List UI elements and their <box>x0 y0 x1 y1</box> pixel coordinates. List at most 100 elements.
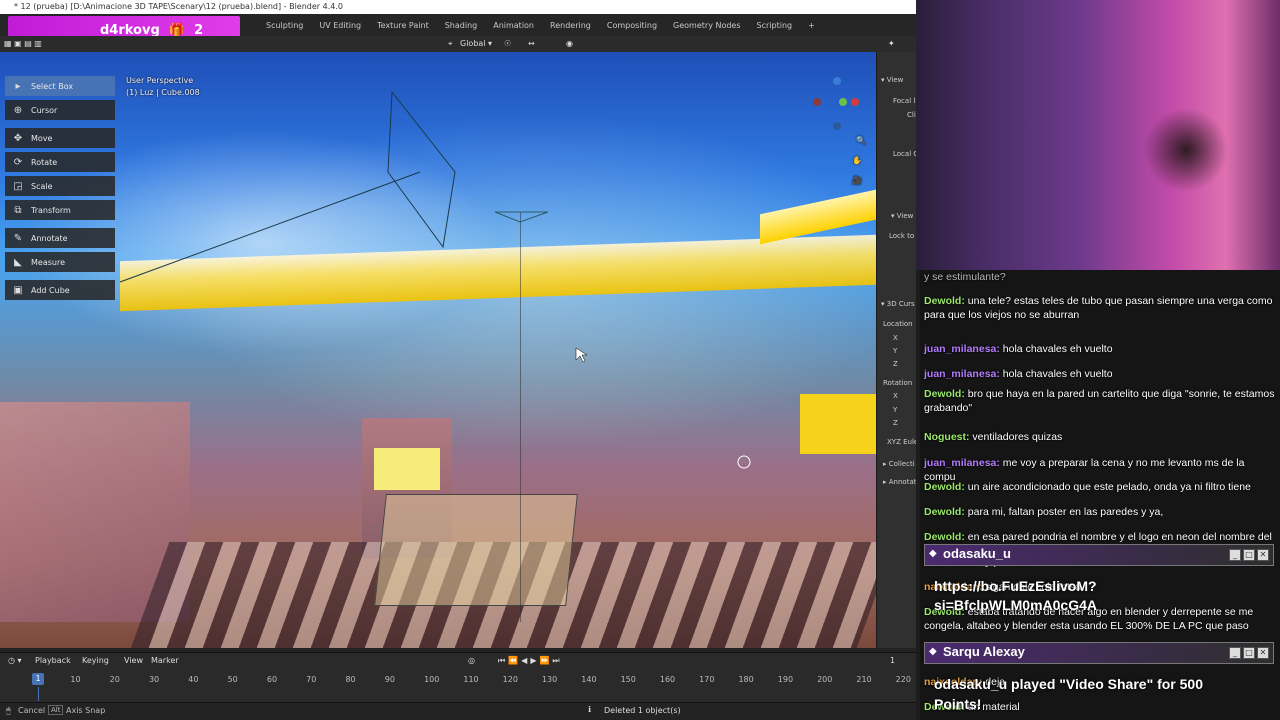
mouse-icon: 🖱 <box>6 706 11 715</box>
timeline-menu-view[interactable]: View <box>124 656 143 665</box>
alert-line-3: odasaku_u played "Video Share" for 500 <box>934 676 1204 692</box>
location-x[interactable]: X <box>893 334 898 342</box>
gizmo-neg-x-axis <box>813 98 821 106</box>
sidebar-view-label: View <box>886 76 904 84</box>
frame-tick-label: 80 <box>345 675 356 684</box>
tool-measure[interactable]: ◣ Measure <box>5 252 115 272</box>
frame-tick-label: 120 <box>502 675 518 684</box>
tool-move[interactable]: ✥ Move <box>5 128 115 148</box>
workspace-tab[interactable]: + <box>800 14 823 38</box>
close-icon[interactable]: ✕ <box>1257 549 1269 561</box>
tool-label: Scale <box>31 181 53 191</box>
rotation-z[interactable]: Z <box>893 419 898 427</box>
minimize-icon[interactable]: _ <box>1229 549 1241 561</box>
alert-popup-2: ◆ Sarqu Alexay _ □ ✕ <box>924 642 1274 664</box>
playback-controls[interactable]: ⏮⏪◀▶⏩⏭ <box>498 656 563 666</box>
collections-header[interactable]: ▸ Collecti <box>883 460 915 468</box>
tool-label: Move <box>31 133 53 143</box>
maximize-icon[interactable]: □ <box>1243 647 1255 659</box>
zoom-icon[interactable]: 🔍 <box>856 136 866 145</box>
sidebar-view-header[interactable]: ▾ View <box>881 76 903 84</box>
blender-window: * 12 (prueba) [D:\Animacione 3D TAPE\Sce… <box>0 0 916 720</box>
tool-label: Annotate <box>31 233 68 243</box>
chat-partial-line: y se estimulante? <box>924 271 1006 283</box>
proportional-edit-icon[interactable]: ◉ <box>566 37 573 51</box>
annotations-header[interactable]: ▸ Annotat <box>883 478 916 486</box>
chat-username[interactable]: Dewold: <box>924 481 965 493</box>
frame-tick-label: 50 <box>227 675 238 684</box>
rotation-mode[interactable]: XYZ Eule <box>887 438 916 446</box>
sidebar-view2-label: View <box>896 212 914 220</box>
sidebar-n-panel: ▾ View Focal l Cli Local C ▾ View Lock t… <box>876 52 916 648</box>
tool-cursor[interactable]: ⊕ Cursor <box>5 100 115 120</box>
timeline-menu-marker[interactable]: Marker <box>151 656 179 665</box>
gizmo-toggle-icon[interactable]: ✦ <box>888 37 895 51</box>
playhead[interactable]: 1 <box>32 673 44 685</box>
workspace-tab[interactable]: Animation <box>485 14 542 38</box>
camera-icon[interactable]: 🎥 <box>852 176 862 185</box>
chat-username[interactable]: Dewold: <box>924 506 965 518</box>
workspace-tab[interactable]: UV Editing <box>311 14 369 38</box>
pan-hand-icon[interactable]: ✋ <box>852 156 862 165</box>
gizmo-z-axis <box>833 77 841 85</box>
popup-window-buttons[interactable]: _ □ ✕ <box>1229 549 1269 561</box>
chat-username[interactable]: Dewold: <box>924 388 965 400</box>
snap-icon[interactable]: ↔ <box>528 37 535 51</box>
3d-cursor-header[interactable]: ▾ 3D Curs <box>881 300 915 308</box>
timeline-editor-icon[interactable]: ◷ ▾ <box>8 656 22 665</box>
workspace-tab[interactable]: Compositing <box>599 14 665 38</box>
chat-username[interactable]: Noguest: <box>924 431 970 443</box>
popup-window-buttons[interactable]: _ □ ✕ <box>1229 647 1269 659</box>
playhead-line <box>38 687 39 701</box>
chevron-down-icon: ▾ <box>891 212 895 220</box>
rotation-y[interactable]: Y <box>893 406 897 414</box>
timeline-menu-keying[interactable]: Keying <box>82 656 109 665</box>
clip-label: Cli <box>907 111 916 119</box>
tool-label: Transform <box>31 205 71 215</box>
timeline-menu-playback[interactable]: Playback <box>35 656 71 665</box>
active-object: (1) Luz | Cube.008 <box>126 88 200 97</box>
minimize-icon[interactable]: _ <box>1229 647 1241 659</box>
workspace-tab[interactable]: Scripting <box>749 14 801 38</box>
workspace-tabs: Sculpting UV Editing Texture Paint Shading A… <box>258 14 823 38</box>
location-z[interactable]: Z <box>893 360 898 368</box>
editor-type-icons[interactable]: ▦ ▣ ▤ ▥ <box>4 37 42 51</box>
tool-transform[interactable]: ⧉ Transform <box>5 200 115 220</box>
chat-username[interactable]: juan_milanesa: <box>924 343 1000 355</box>
workspace-tab[interactable]: Sculpting <box>258 14 311 38</box>
rotate-icon: ⟳ <box>13 156 23 168</box>
chat-message: Dewold: para mi, faltan poster en las pa… <box>924 505 1276 519</box>
orientation-dropdown[interactable]: Global <box>460 37 486 51</box>
frame-display[interactable]: 1 <box>890 656 895 665</box>
local-camera-label: Local C <box>893 150 916 158</box>
tool-scale[interactable]: ◲ Scale <box>5 176 115 196</box>
workspace-tab[interactable]: Geometry Nodes <box>665 14 748 38</box>
workspace-tab[interactable]: Texture Paint <box>369 14 437 38</box>
streamer-silhouette <box>916 0 1280 270</box>
chat-username[interactable]: juan_milanesa: <box>924 457 1000 469</box>
chat-username[interactable]: juan_milanesa: <box>924 368 1000 380</box>
frame-tick-label: 90 <box>384 675 395 684</box>
timeline-editor: ◷ ▾ Playback Keying View Marker ◎ ⏮⏪◀▶⏩⏭ 1 … <box>0 652 916 703</box>
rotation-x[interactable]: X <box>893 392 898 400</box>
location-y[interactable]: Y <box>893 347 897 355</box>
frame-tick-label: 110 <box>463 675 479 684</box>
3d-viewport[interactable]: 🔍 ✋ 🎥 User Perspective (1) Luz | Cube.00… <box>0 52 876 648</box>
tool-select-box[interactable]: ▸ Select Box <box>5 76 115 96</box>
workspace-tab[interactable]: Shading <box>437 14 486 38</box>
maximize-icon[interactable]: □ <box>1243 549 1255 561</box>
sidebar-view2-header[interactable]: ▾ View <box>891 212 913 220</box>
close-icon[interactable]: ✕ <box>1257 647 1269 659</box>
tool-add-cube[interactable]: ▣ Add Cube <box>5 280 115 300</box>
frame-tick-label: 200 <box>817 675 833 684</box>
chat-text: hola chavales eh vuelto <box>1002 368 1113 380</box>
workspace-tab[interactable]: Rendering <box>542 14 599 38</box>
collections-label: Collecti <box>888 460 915 468</box>
chat-username[interactable]: Dewold: <box>924 531 965 543</box>
tool-rotate[interactable]: ⟳ Rotate <box>5 152 115 172</box>
pivot-icon[interactable]: ☉ <box>504 37 511 51</box>
chat-username[interactable]: Dewold: <box>924 295 965 307</box>
frame-tick-label: 130 <box>541 675 558 684</box>
tool-annotate[interactable]: ✎ Annotate <box>5 228 115 248</box>
record-button[interactable]: ◎ <box>468 656 475 665</box>
